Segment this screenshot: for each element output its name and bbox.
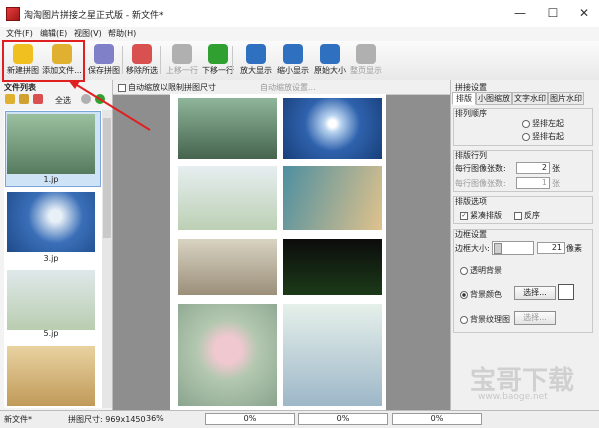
highlight-arrow-icon — [68, 80, 151, 131]
